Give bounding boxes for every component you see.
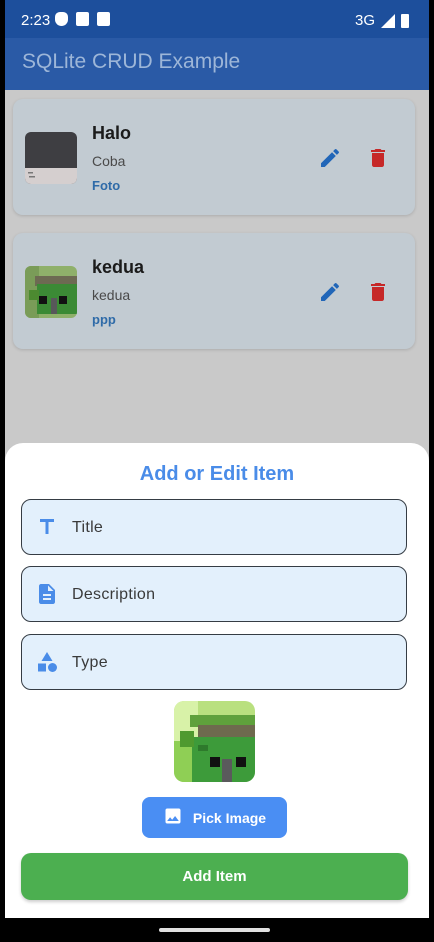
sd-card-icon [97,12,110,26]
pick-image-label: Pick Image [192,809,267,826]
description-field[interactable] [21,566,407,623]
image-icon [163,806,183,829]
category-icon [35,650,59,674]
item-title: Halo [92,123,132,143]
network-status: 3G [355,12,409,29]
add-item-button[interactable]: Add Item [21,853,408,900]
network-type: 3G [354,12,375,29]
sheet-title: Add or Edit Item [139,463,295,485]
item-description: kedua [92,287,131,303]
shield-icon [55,12,68,26]
list-item[interactable]: Halo Coba Foto [13,99,415,215]
list-item[interactable]: kedua kedua ppp [13,233,415,349]
description-input[interactable] [70,567,394,623]
item-description: Coba [92,153,126,169]
item-title: kedua [92,257,145,277]
item-type: Foto [92,178,121,193]
status-time: 2:23 [21,12,51,29]
title-field[interactable] [21,499,407,556]
add-item-label: Add Item [182,868,247,885]
navigation-bar [5,918,429,942]
a-icon [76,12,89,26]
edit-icon[interactable] [318,280,342,304]
signal-icon [381,13,395,28]
battery-icon [401,13,409,28]
delete-icon[interactable] [366,280,390,304]
app-bar: SQLite CRUD Example [5,38,429,90]
item-thumbnail [25,266,77,318]
image-preview [174,701,255,782]
title-input[interactable] [70,500,394,556]
notification-icons [55,12,110,26]
item-thumbnail [25,132,77,184]
delete-icon[interactable] [366,146,390,170]
type-field[interactable] [21,634,407,691]
description-icon [35,582,59,606]
pick-image-button[interactable]: Pick Image [142,797,287,838]
title-icon [35,515,59,539]
home-handle[interactable] [159,928,270,932]
app-screen: 2:23 3G SQLite CRUD Example Halo Coba Fo… [5,0,429,942]
status-bar: 2:23 3G [5,0,429,38]
bottom-sheet: Add or Edit Item Title Description Type … [5,443,429,918]
edit-icon[interactable] [318,146,342,170]
type-input[interactable] [70,635,394,691]
item-type: ppp [92,312,116,327]
app-title: SQLite CRUD Example [22,50,241,73]
